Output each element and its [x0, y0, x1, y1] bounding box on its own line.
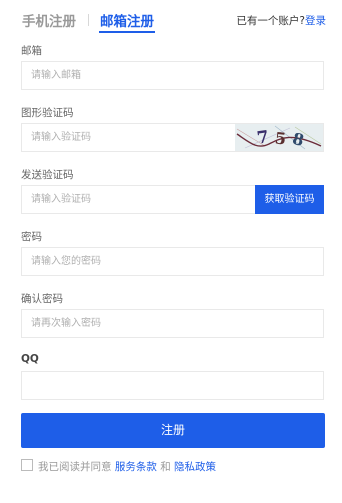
agree-checkbox[interactable]: [21, 459, 33, 471]
captcha-field-box: 7 5 8: [21, 123, 324, 152]
password-input[interactable]: [22, 248, 323, 275]
privacy-link[interactable]: 隐私政策: [174, 461, 216, 473]
code-label: 发送验证码: [21, 169, 74, 181]
confirm-password-label: 确认密码: [21, 293, 63, 305]
email-field-box: [21, 61, 324, 90]
qq-label: QQ: [21, 353, 39, 365]
password-label: 密码: [21, 231, 42, 243]
email-label: 邮箱: [21, 45, 42, 57]
active-tab-underline: [99, 31, 155, 33]
login-prompt-text: 已有一个账户?: [236, 15, 305, 27]
get-code-button[interactable]: 获取验证码: [255, 185, 324, 214]
confirm-password-input[interactable]: [22, 310, 323, 337]
email-input[interactable]: [22, 62, 323, 89]
terms-link[interactable]: 服务条款: [115, 461, 157, 473]
tab-phone-register[interactable]: 手机注册: [22, 10, 76, 30]
tab-email-register[interactable]: 邮箱注册: [100, 10, 154, 30]
qq-field-box: [21, 371, 324, 400]
login-link[interactable]: 登录: [305, 15, 326, 27]
register-button[interactable]: 注册: [21, 413, 325, 448]
agreement-and: 和: [160, 461, 171, 473]
register-page: 手机注册 邮箱注册 已有一个账户?登录 邮箱 图形验证码 7 5 8: [0, 0, 342, 503]
captcha-char-2: 5: [274, 128, 287, 148]
confirm-password-field-box: [21, 309, 324, 338]
agreement-row: 我已阅读并同意 服务条款 和 隐私政策: [21, 459, 216, 474]
code-field-box: 获取验证码: [21, 185, 324, 214]
tab-divider: [88, 14, 89, 26]
login-prompt: 已有一个账户?登录: [236, 13, 326, 28]
captcha-image[interactable]: 7 5 8: [235, 124, 323, 151]
agreement-prefix: 我已阅读并同意: [38, 461, 112, 473]
password-field-box: [21, 247, 324, 276]
captcha-input[interactable]: [22, 124, 232, 151]
qq-input[interactable]: [22, 372, 323, 399]
captcha-label: 图形验证码: [21, 107, 74, 119]
code-input[interactable]: [22, 186, 252, 213]
